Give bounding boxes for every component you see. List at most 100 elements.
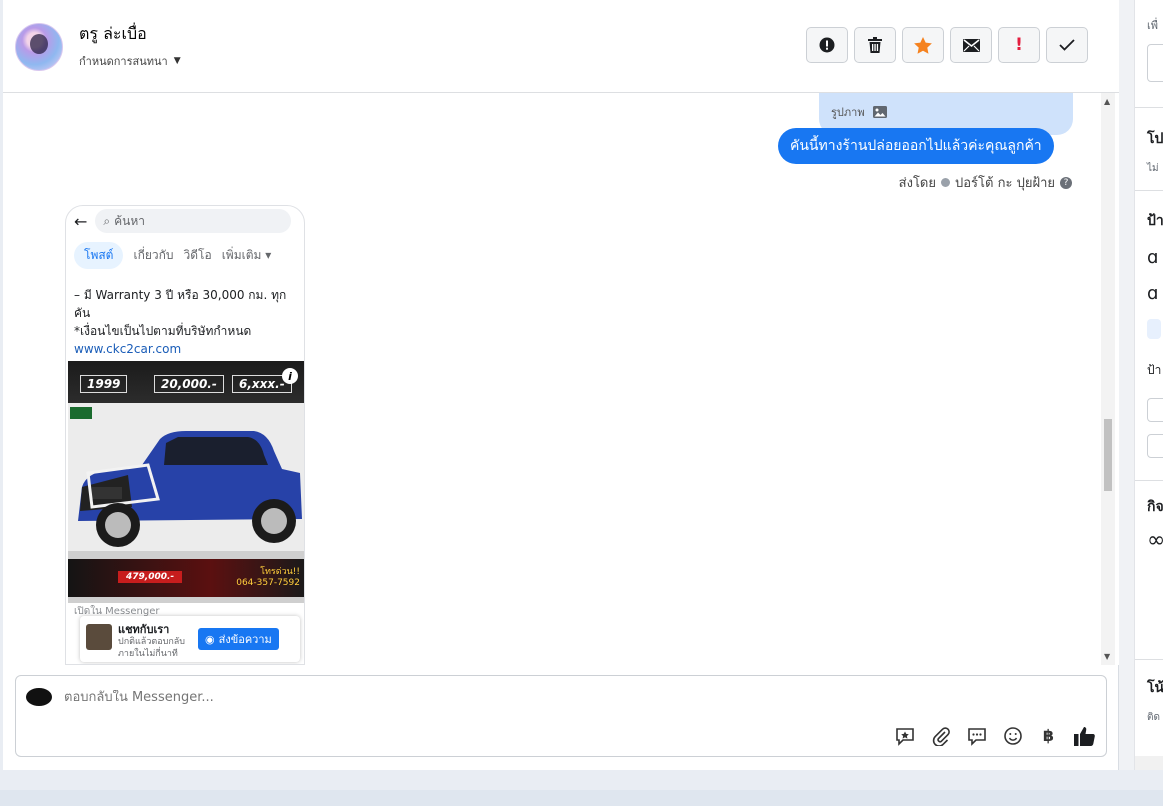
sidebar-section-title: โน้ (1147, 680, 1163, 696)
screenshot-searchbox: ⌕ ค้นหา (95, 209, 292, 233)
screenshot-search-bar: ← ⌕ ค้นหา (66, 206, 304, 236)
info-icon: i (282, 368, 298, 384)
screenshot-price-tag: 479,000.- (118, 571, 183, 583)
sidebar-fragment: ไม่ (1147, 163, 1159, 174)
trash-icon (868, 37, 882, 53)
scroll-up-icon[interactable]: ▲ (1104, 97, 1110, 106)
sidebar-checkbox[interactable] (1147, 398, 1163, 422)
alert-circle-icon (819, 37, 835, 53)
screenshot-tab-about: เกี่ยวกับ (133, 247, 174, 262)
star-button[interactable] (902, 27, 944, 63)
sidebar-section-title: โป (1147, 131, 1163, 147)
conversation-panel: ตรู ล่ะเบื่อ กำหนดการสนทนา ▼ ! รูปภาพ คั… (3, 0, 1119, 770)
screenshot-price-1: 1999 (80, 375, 128, 393)
reply-input[interactable] (64, 690, 564, 705)
sidebar-fragment: เพื่ (1147, 19, 1159, 32)
delete-button[interactable] (854, 27, 896, 63)
sidebar-glyph: ɑ (1147, 283, 1159, 304)
screenshot-send-label: ส่งข้อความ (218, 633, 272, 646)
sidebar-chip[interactable] (1147, 319, 1161, 339)
image-icon (872, 106, 887, 118)
image-label-text: รูปภาพ (831, 106, 865, 119)
screenshot-chat-sub-2: ภายในไม่กี่นาที (118, 649, 178, 659)
mark-done-button[interactable] (1046, 27, 1088, 63)
sidebar-section-title: กิจ (1147, 499, 1163, 515)
image-attachment-label: รูปภาพ (831, 103, 887, 121)
sidebar-input-box[interactable] (1147, 44, 1163, 82)
sidebar-divider (1135, 190, 1163, 191)
screenshot-tabs: โพสต์ เกี่ยวกับ วิดีโอ เพิ่มเติม ▾ (66, 240, 304, 270)
search-icon: ⌕ (103, 213, 111, 228)
thumbs-up-icon[interactable] (1073, 724, 1096, 747)
inbox-app: ตรู ล่ะเบื่อ กำหนดการสนทนา ▼ ! รูปภาพ คั… (0, 0, 1163, 806)
sent-by-name: ปอร์โต้ กะ ปุยฝ้าย (955, 176, 1055, 191)
sidebar-glyph: ɑ (1147, 247, 1159, 268)
page-avatar (26, 688, 52, 706)
shared-screenshot-image[interactable]: ← ⌕ ค้นหา โพสต์ เกี่ยวกับ วิดีโอ เพิ่มเต… (65, 205, 305, 665)
screenshot-chat-bar: แชทกับเรา ปกติแล้วตอบกลับ ภายในไม่กี่นาท… (80, 616, 300, 662)
screenshot-chat-sub: ปกติแล้วตอบกลับ ภายในไม่กี่นาที (118, 636, 185, 660)
sidebar-checkbox[interactable] (1147, 434, 1163, 458)
conversation-header: ตรู ล่ะเบื่อ กำหนดการสนทนา ▼ ! (3, 0, 1119, 93)
saved-reply-icon[interactable] (893, 724, 916, 747)
sidebar-fragment: ป้า (1147, 363, 1162, 377)
mark-unread-button[interactable] (950, 27, 992, 63)
screenshot-ad-footer: 479,000.- โทรด่วน!! 064-357-7592 (68, 559, 304, 597)
screenshot-price-2: 20,000.- (154, 375, 224, 393)
screenshot-promo: โทรด่วน!! 064-357-7592 (236, 567, 300, 589)
os-taskbar (0, 790, 1163, 806)
caret-down-icon: ▼ (173, 56, 181, 66)
screenshot-post-text: – มี Warranty 3 ปี หรือ 30,000 กม. ทุกคั… (74, 286, 300, 358)
header-actions: ! (806, 27, 1088, 63)
contact-avatar[interactable] (15, 23, 63, 71)
scroll-down-icon[interactable]: ▼ (1104, 652, 1110, 661)
screenshot-send-button: ◉ ส่งข้อความ (198, 628, 279, 650)
screenshot-tab-posts: โพสต์ (74, 241, 124, 269)
message-thread[interactable]: รูปภาพ คันนี้ทางร้านปล่อยออกไปแล้วค่ะคุณ… (3, 93, 1119, 665)
contact-details-sidebar: เพื่ โป ไม่ ป้า ɑ ɑ ป้า กิจ ∞ โน้ ติด (1134, 0, 1163, 770)
screenshot-search-placeholder: ค้นหา (114, 213, 146, 228)
screenshot-link: www.ckc2car.com (74, 342, 182, 356)
baht-icon[interactable]: ฿ (1037, 724, 1060, 747)
agent-dot-icon (941, 178, 950, 187)
star-icon (914, 36, 932, 54)
scroll-thumb[interactable] (1104, 419, 1112, 491)
contact-name[interactable]: ตรู ล่ะเบื่อ (79, 22, 147, 47)
sidebar-section-title: ป้า (1147, 213, 1163, 229)
sidebar-gutter (1119, 0, 1134, 770)
reply-composer[interactable]: ฿ (15, 675, 1107, 757)
sidebar-fragment: ติด (1147, 712, 1160, 723)
messenger-icon: ◉ (205, 632, 215, 646)
back-arrow-icon: ← (74, 211, 88, 231)
screenshot-chat-thumb (86, 624, 112, 650)
outgoing-message[interactable]: คันนี้ทางร้านปล่อยออกไปแล้วค่ะคุณลูกค้า (778, 128, 1054, 164)
attachment-icon[interactable] (929, 724, 952, 747)
screenshot-promo-phone: 064-357-7592 (236, 578, 300, 588)
screenshot-line-2: *เงื่อนไขเป็นไปตามที่บริษัทกำหนด (74, 324, 252, 338)
sidebar-divider (1135, 659, 1163, 660)
envelope-icon (962, 38, 980, 52)
check-icon (1059, 39, 1075, 51)
sidebar-divider (1135, 480, 1163, 481)
chat-bubbles-icon[interactable] (965, 724, 988, 747)
screenshot-tab-more-label: เพิ่มเติม (221, 247, 262, 262)
sidebar-hscrollbar[interactable] (1135, 756, 1163, 770)
sent-by-line: ส่งโดย ปอร์โต้ กะ ปุยฝ้าย ? (899, 172, 1072, 193)
follow-up-button[interactable]: ! (998, 27, 1040, 63)
thread-scrollbar[interactable]: ▲ ▼ (1101, 93, 1115, 665)
help-icon[interactable]: ? (1060, 176, 1072, 189)
exclamation-icon: ! (1015, 35, 1023, 55)
assign-label: กำหนดการสนทนา (79, 55, 168, 68)
screenshot-promo-text: โทรด่วน!! (260, 567, 300, 577)
sidebar-divider (1135, 107, 1163, 108)
screenshot-tab-more: เพิ่มเติม ▾ (221, 247, 272, 262)
screenshot-tab-videos: วิดีโอ (183, 247, 212, 262)
assign-conversation-dropdown[interactable]: กำหนดการสนทนา ▼ (79, 52, 181, 70)
emoji-icon[interactable] (1001, 724, 1024, 747)
screenshot-ad-banner: 1999 20,000.- 6,xxx.- i (68, 361, 304, 403)
screenshot-line-1: – มี Warranty 3 ปี หรือ 30,000 กม. ทุกคั… (74, 288, 287, 320)
mark-spam-button[interactable] (806, 27, 848, 63)
infinity-icon: ∞ (1147, 528, 1163, 553)
sent-by-prefix: ส่งโดย (898, 176, 936, 191)
composer-toolbar: ฿ (893, 724, 1096, 747)
